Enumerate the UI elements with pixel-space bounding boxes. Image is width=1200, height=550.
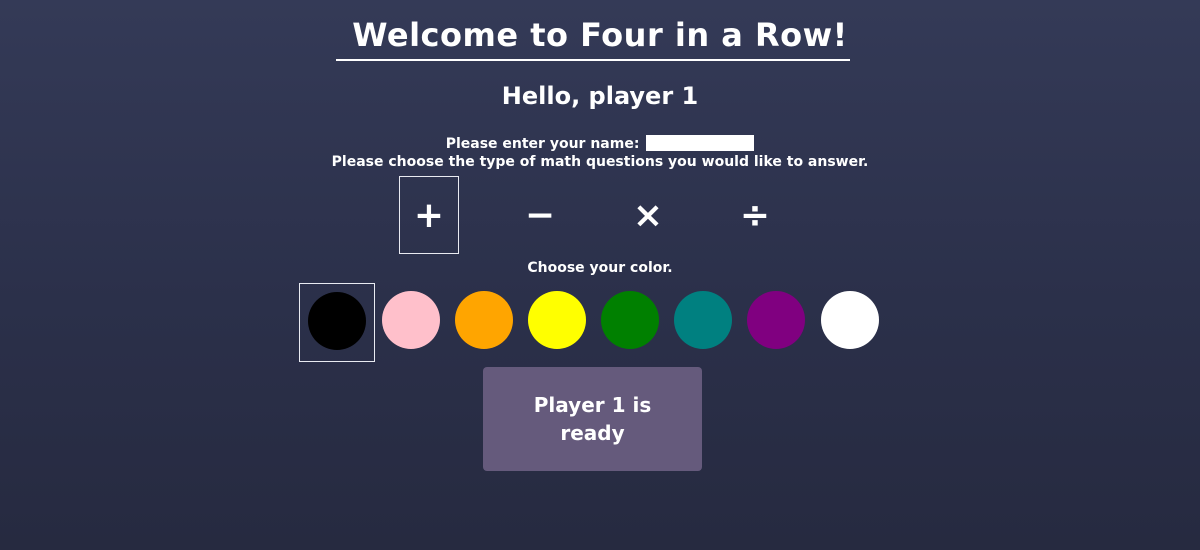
minus-option[interactable]: − xyxy=(510,176,570,254)
color-prompt: Choose your color. xyxy=(527,260,673,276)
color-option-pink[interactable] xyxy=(374,283,450,362)
multiply-icon: × xyxy=(632,194,664,236)
math-type-prompt: Please choose the type of math questions… xyxy=(331,154,869,170)
color-swatch-yellow xyxy=(528,291,586,349)
color-option-teal[interactable] xyxy=(666,283,742,362)
name-row: Please enter your name: xyxy=(0,134,1200,153)
name-input[interactable] xyxy=(646,134,755,151)
color-swatch-black xyxy=(308,292,366,350)
plus-option[interactable]: + xyxy=(399,176,459,254)
color-option-yellow[interactable] xyxy=(520,283,596,362)
color-option-white[interactable] xyxy=(813,283,889,362)
page-title: Welcome to Four in a Row! xyxy=(352,16,848,54)
divide-option[interactable]: ÷ xyxy=(725,176,785,254)
divide-icon: ÷ xyxy=(739,194,771,236)
color-swatch-white xyxy=(821,291,879,349)
player-greeting: Hello, player 1 xyxy=(501,82,699,110)
color-swatch-orange xyxy=(455,291,513,349)
color-swatch-green xyxy=(601,291,659,349)
color-option-purple[interactable] xyxy=(739,283,815,362)
plus-icon: + xyxy=(413,194,445,236)
multiply-option[interactable]: × xyxy=(618,176,678,254)
color-option-green[interactable] xyxy=(593,283,669,362)
color-option-orange[interactable] xyxy=(447,283,523,362)
color-swatch-purple xyxy=(747,291,805,349)
minus-icon: − xyxy=(524,194,556,236)
game-setup-screen: Welcome to Four in a Row! Hello, player … xyxy=(0,0,1200,550)
color-swatch-teal xyxy=(674,291,732,349)
color-swatch-pink xyxy=(382,291,440,349)
title-underline xyxy=(336,59,850,61)
player-ready-button[interactable]: Player 1 is ready xyxy=(483,367,702,471)
name-label: Please enter your name: xyxy=(445,136,640,152)
color-option-black[interactable] xyxy=(299,283,375,362)
